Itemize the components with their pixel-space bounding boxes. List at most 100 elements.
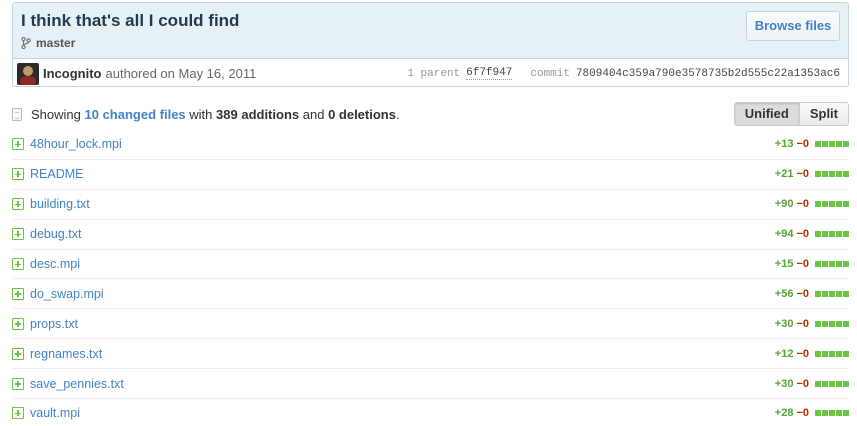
view-toggle: Unified Split xyxy=(733,102,849,126)
file-link[interactable]: debug.txt xyxy=(30,227,81,241)
deletions: −0 xyxy=(796,228,809,241)
branch-icon xyxy=(21,37,31,49)
file-link[interactable]: do_swap.mpi xyxy=(30,287,104,301)
deletions: −0 xyxy=(796,168,809,181)
file-diff-icon xyxy=(12,107,22,121)
author-name[interactable]: Incognito xyxy=(43,66,102,81)
additions: +15 xyxy=(774,258,794,270)
diff-summary: Showing 10 changed files with 389 additi… xyxy=(31,107,400,122)
commit-title: I think that's all I could find xyxy=(21,11,240,30)
commit-header: I think that's all I could find master B… xyxy=(13,3,848,59)
file-added-icon xyxy=(12,407,24,420)
file-stats: +28 −0 xyxy=(775,407,849,419)
additions: +94 xyxy=(774,228,794,241)
additions: +56 xyxy=(774,287,794,300)
split-button[interactable]: Split xyxy=(799,102,849,126)
additions: +30 xyxy=(774,377,794,390)
summary-with: with xyxy=(189,106,213,122)
file-row: debug.txt +94 −0 xyxy=(12,220,849,250)
parent-label: 1 parent xyxy=(407,67,461,80)
file-stats: +13 −0 xyxy=(775,138,849,150)
file-added-icon xyxy=(12,377,24,390)
deletions: −0 xyxy=(796,347,809,360)
diffstat-blocks xyxy=(814,141,849,148)
diffstat-blocks xyxy=(814,231,849,238)
authored-date: authored on May 16, 2011 xyxy=(105,66,257,81)
file-row: do_swap.mpi +56 −0 xyxy=(12,279,849,310)
file-stats: +30 −0 xyxy=(775,318,849,330)
file-link[interactable]: regnames.txt xyxy=(30,347,102,361)
file-link[interactable]: desc.mpi xyxy=(30,257,80,271)
file-stats: +15 −0 xyxy=(775,258,849,270)
diff-summary-bar: Showing 10 changed files with 389 additi… xyxy=(12,100,849,128)
file-stats: +94 −0 xyxy=(775,228,849,240)
deletions-count: 0 deletions xyxy=(328,106,396,122)
deletions: −0 xyxy=(796,317,809,330)
additions: +30 xyxy=(774,317,794,330)
additions: +90 xyxy=(774,198,794,211)
file-stats: +21 −0 xyxy=(775,168,849,180)
deletions: −0 xyxy=(796,198,809,211)
additions: +28 xyxy=(774,407,794,420)
file-row: save_pennies.txt +30 −0 xyxy=(12,369,849,400)
avatar[interactable] xyxy=(17,62,39,85)
diffstat-blocks xyxy=(814,290,849,297)
file-link[interactable]: save_pennies.txt xyxy=(30,377,124,391)
file-stats: +30 −0 xyxy=(775,378,849,390)
file-row: vault.mpi +28 −0 xyxy=(12,399,849,426)
file-added-icon xyxy=(12,347,24,360)
file-added-icon xyxy=(12,287,24,300)
file-stats: +56 −0 xyxy=(775,288,849,300)
file-link[interactable]: props.txt xyxy=(30,317,78,331)
diffstat-blocks xyxy=(814,261,849,267)
deletions: −0 xyxy=(796,407,809,420)
sha-block: 1 parent 6f7f947 commit 7809404c359a790e… xyxy=(407,67,840,80)
file-stats: +90 −0 xyxy=(775,198,849,210)
commit-box: I think that's all I could find master B… xyxy=(12,2,849,87)
file-added-icon xyxy=(12,258,24,270)
summary-period: . xyxy=(395,106,400,122)
branch-name: master xyxy=(36,36,76,50)
diffstat-blocks xyxy=(814,201,849,208)
file-added-icon xyxy=(12,198,24,211)
file-link[interactable]: vault.mpi xyxy=(30,406,80,420)
commit-label: commit xyxy=(530,67,570,80)
file-row: desc.mpi +15 −0 xyxy=(12,250,849,280)
file-row: 48hour_lock.mpi +13 −0 xyxy=(12,130,849,160)
diffstat-blocks xyxy=(814,171,849,178)
additions: +13 xyxy=(774,138,794,151)
changed-files-link[interactable]: 10 changed files xyxy=(85,107,186,122)
additions: +12 xyxy=(774,347,794,360)
file-row: README +21 −0 xyxy=(12,160,849,190)
file-list: 48hour_lock.mpi +13 −0 README +21 −0 bui… xyxy=(12,130,849,426)
additions: +21 xyxy=(774,168,794,181)
diffstat-blocks xyxy=(814,410,849,417)
file-added-icon xyxy=(12,138,24,151)
file-row: props.txt +30 −0 xyxy=(12,309,849,340)
file-row: building.txt +90 −0 xyxy=(12,190,849,220)
deletions: −0 xyxy=(796,377,809,390)
diffstat-blocks xyxy=(814,380,849,387)
parent-sha-link[interactable]: 6f7f947 xyxy=(466,67,513,80)
file-stats: +12 −0 xyxy=(775,348,849,360)
diffstat-blocks xyxy=(814,320,849,327)
file-link[interactable]: 48hour_lock.mpi xyxy=(30,137,122,151)
file-added-icon xyxy=(12,228,24,241)
file-added-icon xyxy=(12,168,24,181)
branch-label: master xyxy=(21,36,75,50)
deletions: −0 xyxy=(796,287,809,300)
file-link[interactable]: README xyxy=(30,167,83,181)
unified-button[interactable]: Unified xyxy=(733,102,800,126)
commit-sha: 7809404c359a790e3578735b2d555c22a1353ac6 xyxy=(575,67,840,80)
summary-and: and xyxy=(302,106,325,122)
commit-meta: Incognito authored on May 16, 2011 1 par… xyxy=(13,60,848,87)
browse-files-button[interactable]: Browse files xyxy=(746,11,840,41)
diffstat-blocks xyxy=(814,350,849,357)
file-row: regnames.txt +12 −0 xyxy=(12,339,849,370)
additions-count: 389 additions xyxy=(216,106,300,122)
deletions: −0 xyxy=(796,138,809,151)
deletions: −0 xyxy=(796,258,809,270)
summary-showing: Showing xyxy=(31,106,81,122)
file-added-icon xyxy=(12,317,24,330)
file-link[interactable]: building.txt xyxy=(30,197,90,211)
